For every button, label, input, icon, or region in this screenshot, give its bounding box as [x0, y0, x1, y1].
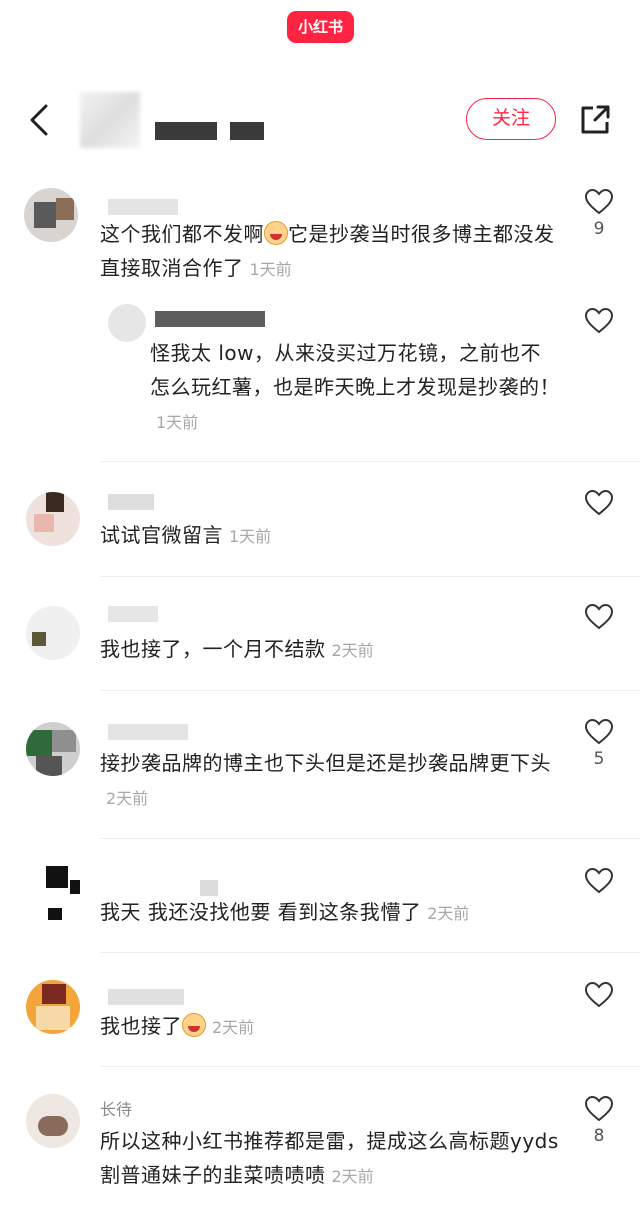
divider: [100, 1066, 640, 1067]
back-button[interactable]: [22, 100, 56, 140]
heart-outline-icon: [585, 604, 613, 630]
like-button[interactable]: 9: [579, 189, 619, 239]
divider: [100, 690, 640, 691]
comment-text: 接抄袭品牌的博主也下头但是还是抄袭品牌更下头2天前: [100, 751, 551, 808]
note-header: 关注: [0, 86, 640, 156]
avatar[interactable]: [26, 606, 80, 660]
comment-time: 2天前: [427, 904, 470, 923]
heart-outline-icon: [585, 490, 613, 516]
divider: [100, 952, 640, 953]
author-name-segment: [155, 122, 217, 140]
avatar[interactable]: [24, 188, 78, 242]
avatar[interactable]: [26, 492, 80, 546]
crying-emoji-icon: [264, 221, 288, 245]
author-avatar[interactable]: [80, 92, 140, 148]
like-button[interactable]: [579, 868, 619, 894]
heart-outline-icon: [585, 1096, 613, 1122]
avatar[interactable]: [26, 722, 80, 776]
username-text: 长待: [100, 1100, 133, 1119]
comment-text: 我天 我还没找他要 看到这条我懵了 2天前: [100, 900, 470, 924]
reply-time: 1天前: [156, 413, 199, 432]
follow-button[interactable]: 关注: [466, 98, 556, 140]
username[interactable]: [108, 606, 158, 622]
comment-text: 这个我们都不发啊 它是抄袭当时很多博主都没发直接取消合作了 1天前: [100, 221, 555, 280]
heart-outline-icon: [585, 982, 613, 1008]
like-button[interactable]: [579, 604, 619, 630]
share-button[interactable]: [575, 100, 615, 140]
comment-time: 2天前: [331, 641, 374, 660]
like-button[interactable]: [579, 490, 619, 516]
heart-outline-icon: [585, 719, 613, 745]
share-icon: [581, 105, 610, 134]
comment-text: 试试官微留言 1天前: [100, 523, 272, 547]
avatar[interactable]: [26, 866, 80, 920]
username[interactable]: [200, 880, 218, 896]
comment-text: 所以这种小红书推荐都是雷，提成这么高标题yyds割普通妹子的韭菜啧啧啧 2天前: [100, 1129, 559, 1187]
author-name-segment: [230, 122, 264, 140]
like-count: 9: [593, 219, 605, 239]
username[interactable]: [108, 989, 184, 1005]
heart-outline-icon: [585, 308, 613, 334]
username[interactable]: 长待: [100, 1096, 280, 1119]
heart-outline-icon: [585, 868, 613, 894]
comment-time: 2天前: [331, 1167, 374, 1186]
chevron-left-icon: [30, 104, 48, 136]
like-count: 8: [593, 1126, 605, 1146]
reply-like-button[interactable]: [579, 308, 619, 334]
crying-emoji-icon: [182, 1013, 206, 1037]
username[interactable]: [108, 494, 154, 510]
like-button[interactable]: [579, 982, 619, 1008]
comment-time: 2天前: [106, 789, 149, 808]
comment-time: 1天前: [229, 527, 272, 546]
like-button[interactable]: 8: [579, 1096, 619, 1146]
username[interactable]: [108, 199, 178, 215]
heart-outline-icon: [585, 189, 613, 215]
username[interactable]: [108, 724, 188, 740]
divider: [100, 838, 640, 839]
comment-text: 我也接了，一个月不结款 2天前: [100, 637, 374, 661]
reply-text: 怪我太 low，从来没买过万花镜，之前也不怎么玩红薯，也是昨天晚上才发现是抄袭的…: [150, 341, 560, 432]
comment-time: 2天前: [212, 1018, 255, 1037]
avatar[interactable]: [26, 1094, 80, 1148]
reply-avatar[interactable]: [108, 304, 146, 342]
avatar[interactable]: [26, 980, 80, 1034]
comment-time: 1天前: [249, 260, 292, 279]
divider: [100, 461, 640, 462]
comment-text: 我也接了 2天前: [100, 1013, 255, 1038]
reply-username[interactable]: [155, 311, 265, 327]
app-logo: 小红书: [287, 11, 354, 43]
like-button[interactable]: 5: [579, 719, 619, 769]
top-bar: 小红书: [0, 0, 640, 56]
divider: [100, 576, 640, 577]
like-count: 5: [593, 749, 605, 769]
